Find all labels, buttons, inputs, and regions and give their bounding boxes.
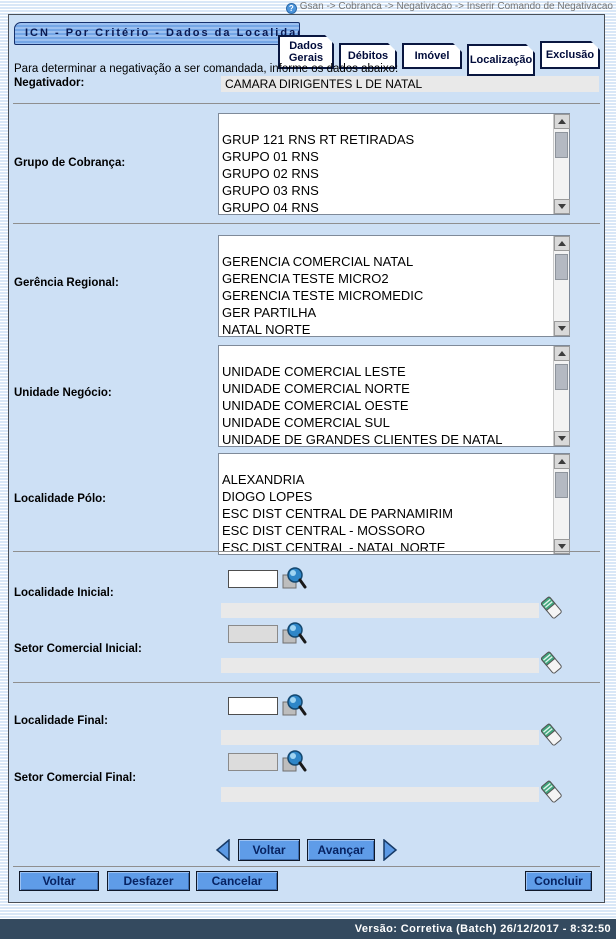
scroll-up-icon[interactable]	[554, 114, 570, 129]
grupo-cobranca-listbox[interactable]: GRUP 121 RNS RT RETIRADASGRUPO 01 RNSGRU…	[218, 113, 570, 215]
divider	[13, 682, 600, 683]
wizard-nav: Voltar Avançar	[9, 837, 604, 863]
list-option[interactable]: GRUPO 03 RNS	[219, 182, 553, 199]
search-icon[interactable]	[281, 749, 307, 775]
help-icon[interactable]: ?	[286, 3, 297, 14]
scroll-up-icon[interactable]	[554, 236, 570, 251]
scrollbar-thumb[interactable]	[555, 472, 568, 498]
version-footer: Versão: Corretiva (Batch) 26/12/2017 - 8…	[0, 919, 616, 939]
tab-exclusao[interactable]: Exclusão	[540, 41, 600, 69]
localidade-polo-label: Localidade Pólo:	[14, 493, 106, 505]
search-icon[interactable]	[281, 621, 307, 647]
grupo-cobranca-label: Grupo de Cobrança:	[14, 157, 125, 169]
list-option[interactable]	[219, 346, 553, 363]
concluir-button[interactable]: Concluir	[525, 871, 592, 891]
main-panel: ICN - Por Critério - Dados da Localidade…	[8, 14, 605, 903]
list-option[interactable]: UNIDADE COMERCIAL SUL	[219, 414, 553, 431]
list-option[interactable]: GERENCIA COMERCIAL NATAL	[219, 253, 553, 270]
setor-comercial-final-description	[221, 787, 539, 802]
scrollbar[interactable]	[553, 236, 569, 336]
unidade-negocio-label: Unidade Negócio:	[14, 387, 112, 399]
scrollbar-thumb[interactable]	[555, 364, 568, 390]
tab-imovel[interactable]: Imóvel	[402, 43, 462, 69]
divider	[13, 223, 600, 224]
divider	[13, 551, 600, 552]
list-option[interactable]: GERENCIA TESTE MICRO2	[219, 270, 553, 287]
scroll-down-icon[interactable]	[554, 199, 570, 214]
tab-localizacao[interactable]: Localização	[467, 44, 535, 76]
localidade-final-description	[221, 730, 539, 745]
nav-voltar-button[interactable]: Voltar	[238, 839, 300, 861]
list-option[interactable]: NATAL NORTE	[219, 321, 553, 336]
negativador-label: Negativador:	[14, 77, 84, 89]
scroll-up-icon[interactable]	[554, 454, 570, 469]
scroll-up-icon[interactable]	[554, 346, 570, 361]
list-option[interactable]: GER PARTILHA	[219, 304, 553, 321]
scroll-down-icon[interactable]	[554, 321, 570, 336]
list-option[interactable]: ESC DIST CENTRAL - MOSSORO	[219, 522, 553, 539]
localidade-final-label: Localidade Final:	[14, 715, 108, 727]
localidade-final-input[interactable]	[228, 697, 278, 715]
scrollbar-thumb[interactable]	[555, 254, 568, 280]
negativador-value: CAMARA DIRIGENTES L DE NATAL	[221, 76, 599, 92]
list-option[interactable]	[219, 114, 553, 131]
eraser-icon[interactable]	[539, 779, 563, 805]
desfazer-button[interactable]: Desfazer	[107, 871, 190, 891]
list-option[interactable]: GRUPO 04 RNS	[219, 199, 553, 214]
setor-comercial-inicial-input	[228, 625, 278, 643]
eraser-icon[interactable]	[539, 650, 563, 676]
setor-comercial-final-label: Setor Comercial Final:	[14, 772, 136, 784]
gerencia-regional-label: Gerência Regional:	[14, 277, 119, 289]
localidade-inicial-input[interactable]	[228, 570, 278, 588]
setor-comercial-final-input	[228, 753, 278, 771]
breadcrumb-text[interactable]: Gsan -> Cobranca -> Negativacao -> Inser…	[300, 1, 613, 12]
list-option[interactable]: GERENCIA TESTE MICROMEDIC	[219, 287, 553, 304]
cancelar-button[interactable]: Cancelar	[196, 871, 278, 891]
eraser-icon[interactable]	[539, 595, 563, 621]
list-option[interactable]: ESC DIST CENTRAL DE PARNAMIRIM	[219, 505, 553, 522]
intro-text: Para determinar a negativação a ser coma…	[14, 63, 398, 75]
search-icon[interactable]	[281, 693, 307, 719]
localidade-polo-listbox[interactable]: ALEXANDRIADIOGO LOPESESC DIST CENTRAL DE…	[218, 453, 570, 555]
list-option[interactable]: DIOGO LOPES	[219, 488, 553, 505]
next-arrow-icon[interactable]	[382, 839, 398, 861]
list-option[interactable]: GRUPO 02 RNS	[219, 165, 553, 182]
page-title: ICN - Por Critério - Dados da Localidade	[14, 22, 300, 45]
search-icon[interactable]	[281, 566, 307, 592]
setor-comercial-inicial-description	[221, 658, 539, 673]
eraser-icon[interactable]	[539, 722, 563, 748]
localidade-inicial-description	[221, 603, 539, 618]
gerencia-regional-listbox[interactable]: GERENCIA COMERCIAL NATALGERENCIA TESTE M…	[218, 235, 570, 337]
voltar-button[interactable]: Voltar	[19, 871, 99, 891]
unidade-negocio-listbox[interactable]: UNIDADE COMERCIAL LESTEUNIDADE COMERCIAL…	[218, 345, 570, 447]
scrollbar[interactable]	[553, 346, 569, 446]
list-option[interactable]	[219, 454, 553, 471]
list-option[interactable]: UNIDADE COMERCIAL LESTE	[219, 363, 553, 380]
breadcrumb[interactable]: ?Gsan -> Cobranca -> Negativacao -> Inse…	[0, 0, 613, 14]
list-option[interactable]: UNIDADE COMERCIAL OESTE	[219, 397, 553, 414]
list-option[interactable]: UNIDADE COMERCIAL NORTE	[219, 380, 553, 397]
scroll-down-icon[interactable]	[554, 431, 570, 446]
list-option[interactable]: GRUPO 01 RNS	[219, 148, 553, 165]
list-option[interactable]: UNIDADE DE GRANDES CLIENTES DE NATAL	[219, 431, 553, 446]
list-option[interactable]: ALEXANDRIA	[219, 471, 553, 488]
divider	[13, 866, 600, 867]
prev-arrow-icon[interactable]	[215, 839, 231, 861]
scrollbar[interactable]	[553, 114, 569, 214]
list-option[interactable]	[219, 236, 553, 253]
divider	[13, 103, 600, 104]
setor-comercial-inicial-label: Setor Comercial Inicial:	[14, 643, 142, 655]
scrollbar[interactable]	[553, 454, 569, 554]
list-option[interactable]: GRUP 121 RNS RT RETIRADAS	[219, 131, 553, 148]
nav-avancar-button[interactable]: Avançar	[307, 839, 375, 861]
scrollbar-thumb[interactable]	[555, 132, 568, 158]
localidade-inicial-label: Localidade Inicial:	[14, 587, 114, 599]
